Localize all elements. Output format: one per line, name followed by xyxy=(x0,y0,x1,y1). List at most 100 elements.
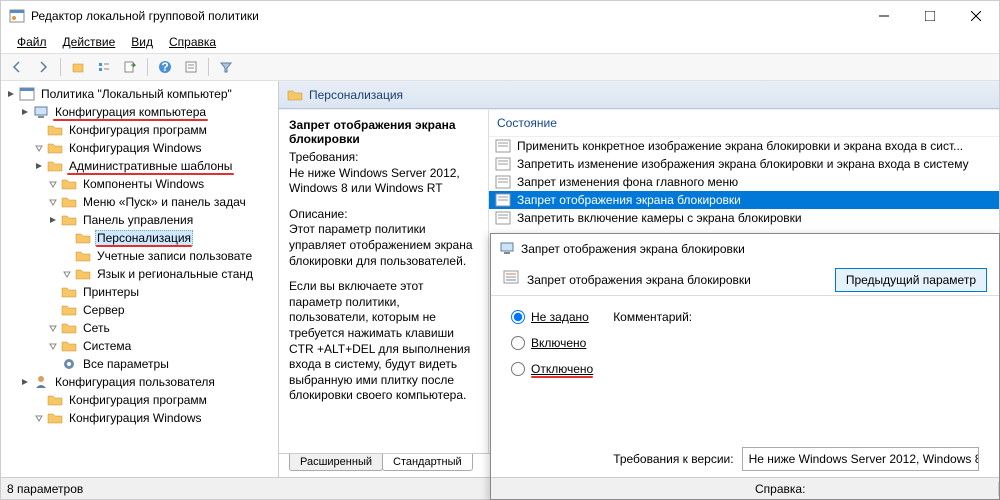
detail-header-label: Персонализация xyxy=(309,88,403,102)
expander-icon[interactable] xyxy=(47,178,59,190)
tab-extended[interactable]: Расширенный xyxy=(289,454,383,471)
folder-icon xyxy=(75,230,91,246)
setting-row-selected[interactable]: Запрет отображения экрана блокировки xyxy=(489,191,999,209)
tree-label: Персонализация xyxy=(95,230,193,246)
tree-ctrl-panel[interactable]: Панель управления xyxy=(1,211,278,229)
setting-icon xyxy=(495,139,511,153)
close-button[interactable] xyxy=(953,1,999,31)
setting-label: Запрет отображения экрана блокировки xyxy=(517,193,741,207)
state-header[interactable]: Состояние xyxy=(489,110,999,137)
expander-icon[interactable] xyxy=(19,106,31,118)
tree-user-prog-config[interactable]: Конфигурация программ xyxy=(1,391,278,409)
export-button[interactable] xyxy=(118,56,142,78)
forward-button[interactable] xyxy=(31,56,55,78)
tree-user-config[interactable]: Конфигурация пользователя xyxy=(1,373,278,391)
tree-system[interactable]: Система xyxy=(1,337,278,355)
filter-button[interactable] xyxy=(214,56,238,78)
dialog-subtitle: Запрет отображения экрана блокировки xyxy=(527,273,751,287)
tree-network[interactable]: Сеть xyxy=(1,319,278,337)
help-button[interactable]: ? xyxy=(153,56,177,78)
settings-list[interactable]: Применить конкретное изображение экрана … xyxy=(489,137,999,227)
titlebar: Редактор локальной групповой политики xyxy=(1,1,999,31)
menu-file[interactable]: Файл xyxy=(9,33,55,51)
window-title: Редактор локальной групповой политики xyxy=(31,9,861,23)
setting-row[interactable]: Запрет изменения фона главного меню xyxy=(489,173,999,191)
setting-title: Запрет отображения экрана блокировки xyxy=(289,118,478,146)
radio-input[interactable] xyxy=(511,336,525,350)
tree-prog-config[interactable]: Конфигурация программ xyxy=(1,121,278,139)
req-label: Требования: xyxy=(289,150,359,164)
setting-icon xyxy=(495,175,511,189)
tree-personalization[interactable]: Персонализация xyxy=(1,229,278,247)
radio-enabled[interactable]: Включено xyxy=(511,336,593,350)
expander-icon[interactable] xyxy=(33,142,45,154)
tree-label: Сеть xyxy=(81,321,112,335)
maximize-button[interactable] xyxy=(907,1,953,31)
tree-label: Панель управления xyxy=(81,213,195,227)
tree-label: Система xyxy=(81,339,133,353)
tree-label: Конфигурация пользователя xyxy=(53,375,217,389)
tree-root[interactable]: Политика "Локальный компьютер" xyxy=(1,85,278,103)
expander-icon[interactable] xyxy=(47,340,59,352)
up-button[interactable] xyxy=(66,56,90,78)
radio-group: Не задано Включено Отключено xyxy=(511,310,593,471)
tree-label: Административные шаблоны xyxy=(67,159,234,173)
expander-icon[interactable] xyxy=(33,412,45,424)
tree-admin-tmpl[interactable]: Административные шаблоны xyxy=(1,157,278,175)
user-icon xyxy=(33,374,49,390)
policy-icon xyxy=(19,86,35,102)
folder-icon xyxy=(75,266,91,282)
radio-not-set[interactable]: Не задано xyxy=(511,310,593,324)
radio-input[interactable] xyxy=(511,362,525,376)
folder-icon xyxy=(61,338,77,354)
description-column: Запрет отображения экрана блокировки Тре… xyxy=(279,110,489,453)
desc-text2: Если вы включаете этот параметр политики… xyxy=(289,279,478,404)
tree-label: Язык и региональные станд xyxy=(95,267,255,281)
tree-start-panel[interactable]: Меню «Пуск» и панель задач xyxy=(1,193,278,211)
expander-icon[interactable] xyxy=(5,88,17,100)
radio-input[interactable] xyxy=(511,310,525,324)
dialog-body: Не задано Включено Отключено Комментарий… xyxy=(491,296,999,477)
minimize-button[interactable] xyxy=(861,1,907,31)
list-button[interactable] xyxy=(92,56,116,78)
tree-comp-win[interactable]: Компоненты Windows xyxy=(1,175,278,193)
setting-row[interactable]: Запретить включение камеры с экрана блок… xyxy=(489,209,999,227)
prev-setting-button[interactable]: Предыдущий параметр xyxy=(835,268,987,292)
tree-user-win-config[interactable]: Конфигурация Windows xyxy=(1,409,278,427)
tree-label: Конфигурация Windows xyxy=(67,141,204,155)
expander-icon[interactable] xyxy=(19,376,31,388)
back-button[interactable] xyxy=(5,56,29,78)
menu-help[interactable]: Справка xyxy=(161,33,224,51)
expander-icon[interactable] xyxy=(47,214,59,226)
toolbar-sep xyxy=(208,58,209,76)
prop-button[interactable] xyxy=(179,56,203,78)
tree-pane[interactable]: Политика "Локальный компьютер" Конфигура… xyxy=(1,81,279,477)
req-text: Не ниже Windows Server 2012, Windows 8 и… xyxy=(289,166,460,196)
tree-lang-regional[interactable]: Язык и региональные станд xyxy=(1,265,278,283)
tree-server[interactable]: Сервер xyxy=(1,301,278,319)
tree-all-params[interactable]: Все параметры xyxy=(1,355,278,373)
setting-row[interactable]: Применить конкретное изображение экрана … xyxy=(489,137,999,155)
radio-disabled[interactable]: Отключено xyxy=(511,362,593,376)
svg-text:?: ? xyxy=(161,60,168,74)
folder-icon xyxy=(287,87,303,103)
tree-win-config[interactable]: Конфигурация Windows xyxy=(1,139,278,157)
tree-comp-config[interactable]: Конфигурация компьютера xyxy=(1,103,278,121)
tree-label: Конфигурация Windows xyxy=(67,411,204,425)
folder-icon xyxy=(61,212,77,228)
setting-row[interactable]: Запретить изменение изображения экрана б… xyxy=(489,155,999,173)
tree-user-accounts[interactable]: Учетные записи пользовате xyxy=(1,247,278,265)
menu-view[interactable]: Вид xyxy=(123,33,161,51)
expander-icon[interactable] xyxy=(47,196,59,208)
expander-icon[interactable] xyxy=(47,322,59,334)
tab-standard[interactable]: Стандартный xyxy=(382,454,473,471)
folder-icon xyxy=(61,194,77,210)
tree-label: Конфигурация компьютера xyxy=(53,105,208,119)
tree-printers[interactable]: Принтеры xyxy=(1,283,278,301)
tree-label: Меню «Пуск» и панель задач xyxy=(81,195,248,209)
menu-action[interactable]: Действие xyxy=(55,33,124,51)
expander-icon[interactable] xyxy=(61,268,73,280)
folder-icon xyxy=(47,140,63,156)
expander-icon[interactable] xyxy=(33,160,45,172)
app-icon xyxy=(9,8,25,24)
